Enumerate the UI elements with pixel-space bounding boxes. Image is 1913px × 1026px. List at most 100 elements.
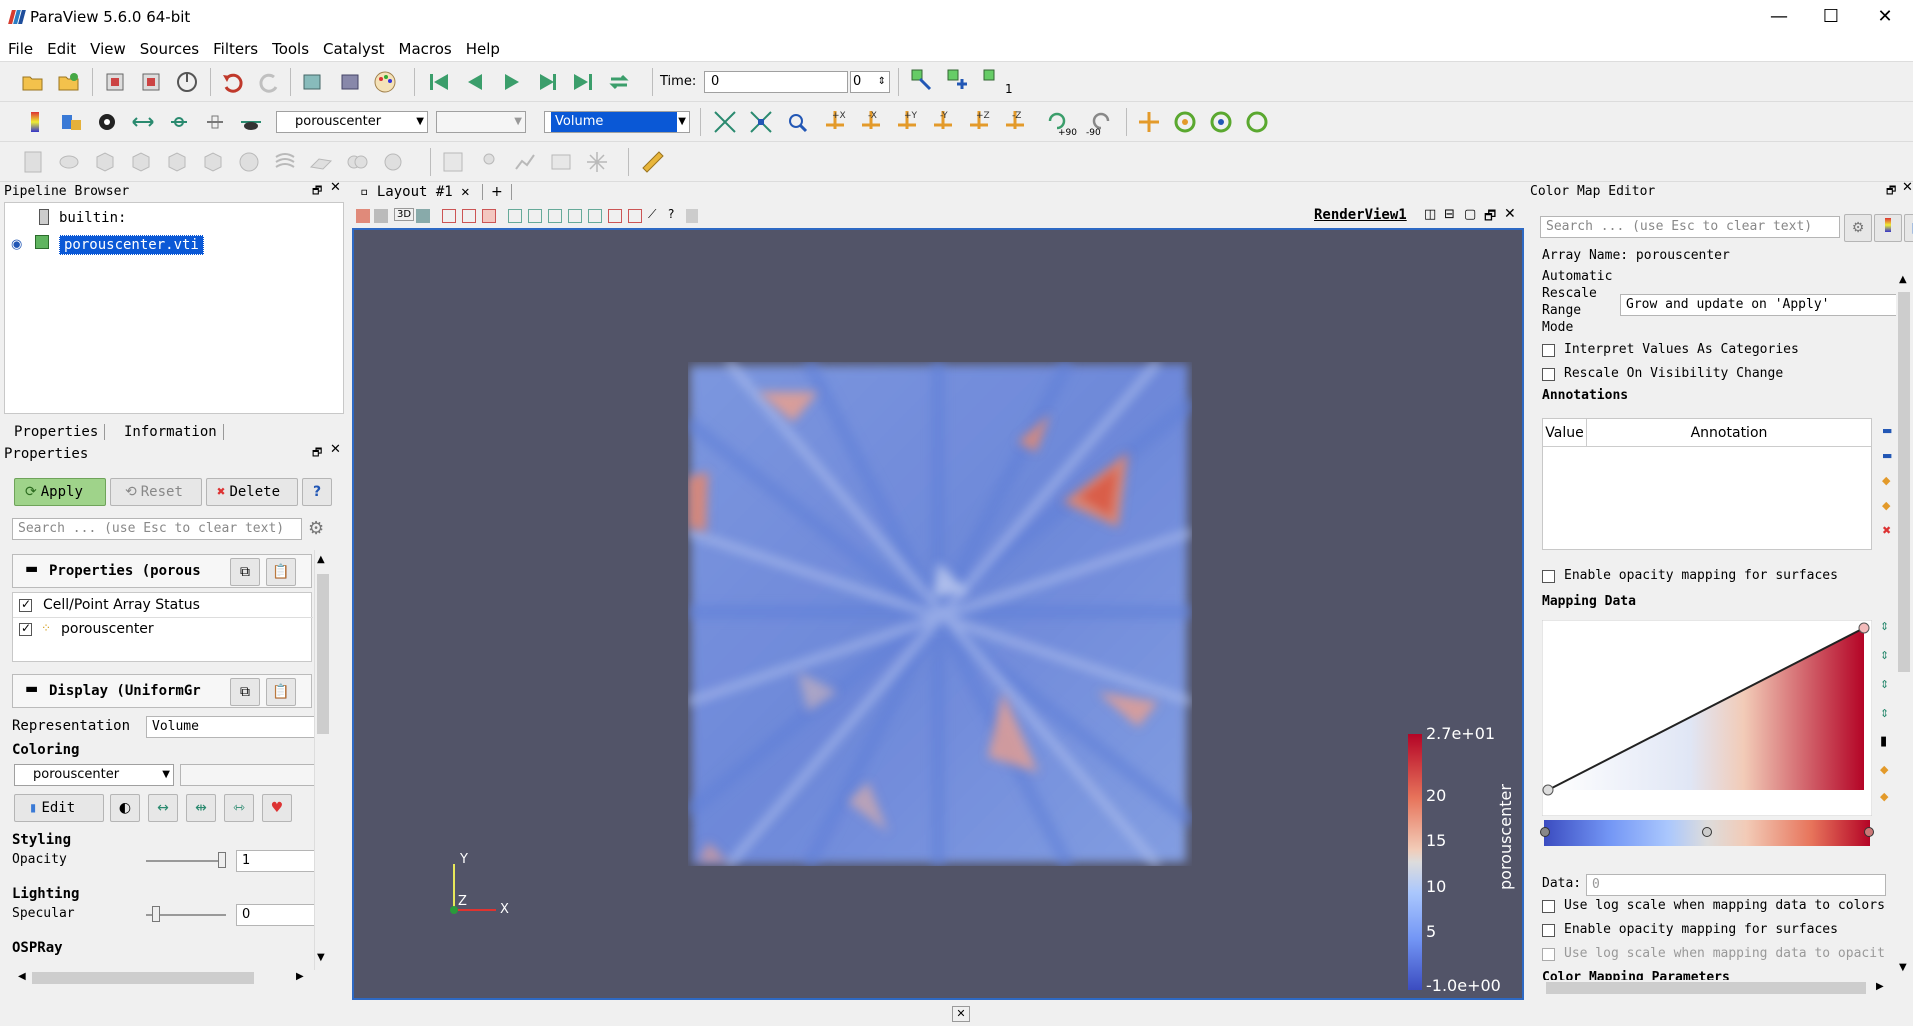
opacity-slider-handle[interactable] — [218, 852, 226, 868]
gear-icon[interactable]: ⚙ — [1844, 214, 1872, 242]
interpret-categories-checkbox[interactable] — [1542, 344, 1555, 357]
stream-tracer-icon[interactable] — [272, 149, 298, 175]
custom-range-icon[interactable]: ⇕ — [1880, 649, 1896, 662]
component-select[interactable]: ▼ — [436, 111, 526, 133]
tab-information[interactable]: Information — [118, 424, 224, 440]
menu-catalyst[interactable]: Catalyst — [315, 36, 390, 58]
colormap-scrollbar[interactable]: ▲ ▼ — [1896, 272, 1912, 978]
color-node[interactable] — [1540, 827, 1550, 837]
copy-icon[interactable]: ⧉ — [230, 678, 260, 706]
threshold-icon[interactable] — [164, 149, 190, 175]
presets-icon[interactable] — [1874, 214, 1902, 242]
paste-icon[interactable]: 📋 — [266, 678, 296, 706]
copy-icon[interactable]: ⧉ — [230, 558, 260, 586]
add-filter-icon[interactable] — [944, 67, 970, 93]
menu-filters[interactable]: Filters — [205, 36, 264, 58]
slice-icon[interactable] — [128, 149, 154, 175]
scroll-right-icon[interactable]: ▶ — [1876, 981, 1884, 992]
float-icon[interactable]: 🗗 — [1886, 182, 1896, 201]
plot-selection-icon[interactable] — [476, 149, 502, 175]
minimize-button[interactable]: — — [1756, 0, 1802, 36]
find-data-icon[interactable] — [908, 67, 934, 93]
data-value-input[interactable]: 0 — [1586, 874, 1886, 896]
menu-file[interactable]: File — [0, 36, 39, 58]
view-plus-z-icon[interactable]: +Z — [966, 107, 992, 133]
select-points-icon[interactable] — [462, 209, 476, 223]
edit-colormap-button[interactable]: ▮ Edit — [14, 794, 104, 822]
opacity-transfer-function[interactable] — [1542, 620, 1872, 816]
specular-slider-handle[interactable] — [152, 906, 160, 922]
add-annotation-icon[interactable]: ▬ — [1882, 424, 1896, 437]
log-opacity-checkbox[interactable] — [1542, 948, 1555, 961]
paste-icon[interactable]: 📋 — [266, 558, 296, 586]
invert-icon[interactable]: ▮ — [1880, 734, 1896, 749]
zoom-to-data-icon[interactable] — [748, 109, 774, 135]
view-minus-y-icon[interactable]: -Y — [930, 107, 956, 133]
rescale-mode-select[interactable]: Grow and update on 'Apply' — [1620, 294, 1900, 316]
close-tab-icon[interactable]: ✕ — [461, 184, 469, 200]
loop-icon[interactable] — [606, 69, 632, 95]
first-frame-icon[interactable] — [426, 69, 452, 95]
extract-selection-icon[interactable] — [440, 149, 466, 175]
scroll-left-icon[interactable]: ◀ — [18, 971, 26, 982]
zoom-to-box-icon[interactable] — [784, 109, 810, 135]
rescale-range-icon[interactable]: ⇕ — [1880, 620, 1896, 633]
clear-selection-icon[interactable] — [628, 209, 642, 223]
temporal-range-icon[interactable]: ⇿ — [224, 794, 254, 822]
color-array-select[interactable]: porouscenter ▼ — [276, 111, 428, 133]
menu-sources[interactable]: Sources — [132, 36, 205, 58]
camera-undo-icon[interactable] — [300, 69, 326, 95]
snowflake-icon[interactable] — [584, 149, 610, 175]
apply-button[interactable]: ⟳ Apply — [14, 478, 106, 506]
rescale-data-range-icon[interactable] — [130, 109, 156, 135]
camera-link-icon[interactable] — [416, 209, 430, 223]
visible-range-icon[interactable]: ⇕ — [1880, 707, 1896, 720]
reset-center-icon[interactable] — [1172, 109, 1198, 135]
help-button[interactable]: ? — [302, 478, 332, 506]
hover-points-icon[interactable] — [528, 209, 542, 223]
extract-level-icon[interactable] — [380, 149, 406, 175]
save-preset-icon[interactable]: ◆ — [1880, 790, 1896, 803]
select-cells-icon[interactable] — [442, 209, 456, 223]
open-file-icon[interactable] — [20, 69, 46, 95]
edit-color-map-icon[interactable] — [58, 109, 84, 135]
delete-button[interactable]: ✖ Delete — [206, 478, 298, 506]
auto-apply-icon[interactable] — [174, 69, 200, 95]
rescale-visible-range-icon[interactable] — [238, 109, 264, 135]
properties-search-input[interactable]: Search ... (use Esc to clear text) — [12, 518, 302, 540]
macro-icon[interactable] — [980, 67, 1006, 93]
show-center-icon[interactable] — [1136, 109, 1162, 135]
hscroll-thumb[interactable] — [1546, 982, 1866, 994]
opacity-input[interactable]: 1 — [236, 850, 316, 872]
split-vertical-icon[interactable]: ⊟ — [1444, 207, 1455, 222]
redo-icon[interactable] — [256, 69, 282, 95]
scalar-bar[interactable] — [1190, 230, 1520, 998]
scroll-down-icon[interactable]: ▼ — [1899, 962, 1907, 973]
restore-view-icon[interactable]: 🗗 — [1484, 207, 1496, 229]
col-value-header[interactable]: Value — [1543, 419, 1587, 447]
close-panel-icon[interactable]: ✕ — [330, 442, 341, 457]
split-horizontal-icon[interactable]: ◫ — [1424, 207, 1436, 222]
view-plus-y-icon[interactable]: +Y — [894, 107, 920, 133]
spin-arrows-icon[interactable]: ⇕ — [878, 72, 886, 92]
specular-input[interactable]: 0 — [236, 904, 316, 926]
maximize-button[interactable]: ☐ — [1808, 0, 1854, 36]
polygon-select-icon[interactable] — [608, 209, 622, 223]
save-preset-icon[interactable]: ▣ — [1904, 214, 1913, 242]
toggle-3d-button[interactable]: 3D — [394, 208, 415, 221]
color-palette-icon[interactable] — [372, 69, 398, 95]
rotation-center-icon[interactable] — [1244, 109, 1270, 135]
float-icon[interactable]: 🗗 — [312, 444, 322, 463]
trash-icon[interactable] — [686, 209, 698, 223]
clip-icon[interactable] — [92, 149, 118, 175]
save-annotation-icon[interactable]: ◆ — [1882, 499, 1896, 512]
previous-frame-icon[interactable] — [462, 69, 488, 95]
last-frame-icon[interactable] — [570, 69, 596, 95]
close-panel-icon[interactable]: ✕ — [1902, 180, 1913, 195]
rescale-custom-range-icon[interactable] — [166, 109, 192, 135]
col-annotation-header[interactable]: Annotation — [1587, 419, 1871, 447]
load-state-icon[interactable] — [56, 69, 82, 95]
temporal-range-icon[interactable]: ⇕ — [1880, 678, 1896, 691]
representation-field[interactable]: Volume — [146, 716, 316, 738]
rescale-visibility-checkbox[interactable] — [1542, 368, 1555, 381]
